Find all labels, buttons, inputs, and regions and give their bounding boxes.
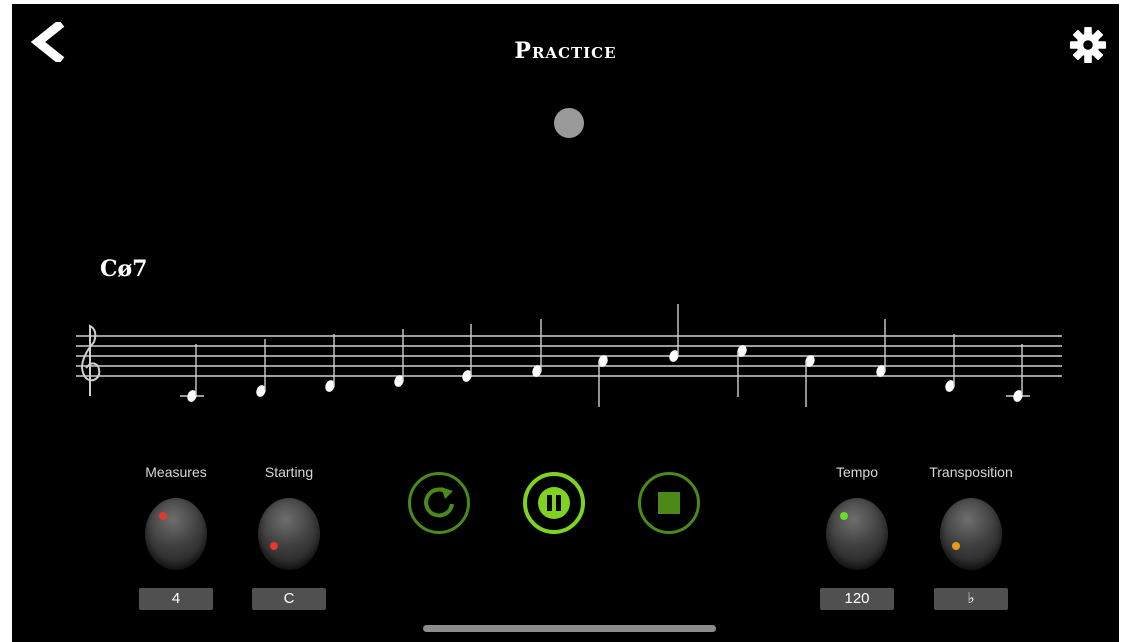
repeat-icon — [424, 487, 454, 518]
note — [669, 304, 679, 362]
beat-indicator — [554, 108, 584, 138]
starting-label: Starting — [264, 464, 314, 480]
transposition-value: ♭ — [934, 588, 1008, 610]
tempo-value: 120 — [820, 588, 894, 610]
note — [598, 355, 608, 407]
settings-button[interactable] — [1065, 22, 1111, 68]
starting-control: Starting C — [229, 462, 349, 610]
transposition-label: Transposition — [929, 464, 1013, 480]
note — [737, 345, 747, 397]
tempo-label: Tempo — [835, 464, 879, 480]
starting-value: C — [252, 588, 326, 610]
knob-indicator — [952, 542, 960, 550]
note — [805, 355, 815, 407]
knob-indicator — [270, 542, 278, 550]
music-staff — [76, 304, 1062, 407]
chord-symbol: Cø7 — [100, 256, 148, 282]
tempo-control: Tempo 120 — [797, 462, 917, 610]
note — [180, 344, 204, 402]
stop-icon — [658, 492, 680, 514]
note — [876, 319, 886, 377]
knob-indicator — [840, 512, 848, 520]
measures-value: 4 — [139, 588, 213, 610]
pause-button[interactable] — [523, 472, 585, 534]
stop-button[interactable] — [638, 472, 700, 534]
practice-screen: Practice Cø7 Measures 4 Starting C Tempo… — [12, 4, 1119, 642]
gear-icon — [1069, 26, 1107, 64]
pause-icon — [538, 487, 570, 519]
note — [325, 334, 335, 392]
knob-indicator — [159, 512, 167, 520]
note — [945, 334, 955, 392]
measures-control: Measures 4 — [116, 462, 236, 610]
transposition-control: Transposition ♭ — [911, 462, 1031, 610]
note — [462, 324, 472, 382]
transposition-knob[interactable] — [940, 498, 1002, 570]
note — [532, 319, 542, 377]
measures-label: Measures — [145, 464, 207, 480]
home-indicator[interactable] — [423, 625, 716, 632]
note — [394, 329, 404, 387]
tempo-knob[interactable] — [826, 498, 888, 570]
top-bar: Practice — [12, 4, 1119, 94]
measures-knob[interactable] — [145, 498, 207, 570]
note — [256, 339, 266, 397]
control-panel: Measures 4 Starting C Tempo 120 Transpos… — [12, 454, 1119, 634]
repeat-button[interactable] — [408, 472, 470, 534]
page-title: Practice — [514, 38, 617, 64]
starting-knob[interactable] — [258, 498, 320, 570]
note — [1006, 344, 1030, 402]
